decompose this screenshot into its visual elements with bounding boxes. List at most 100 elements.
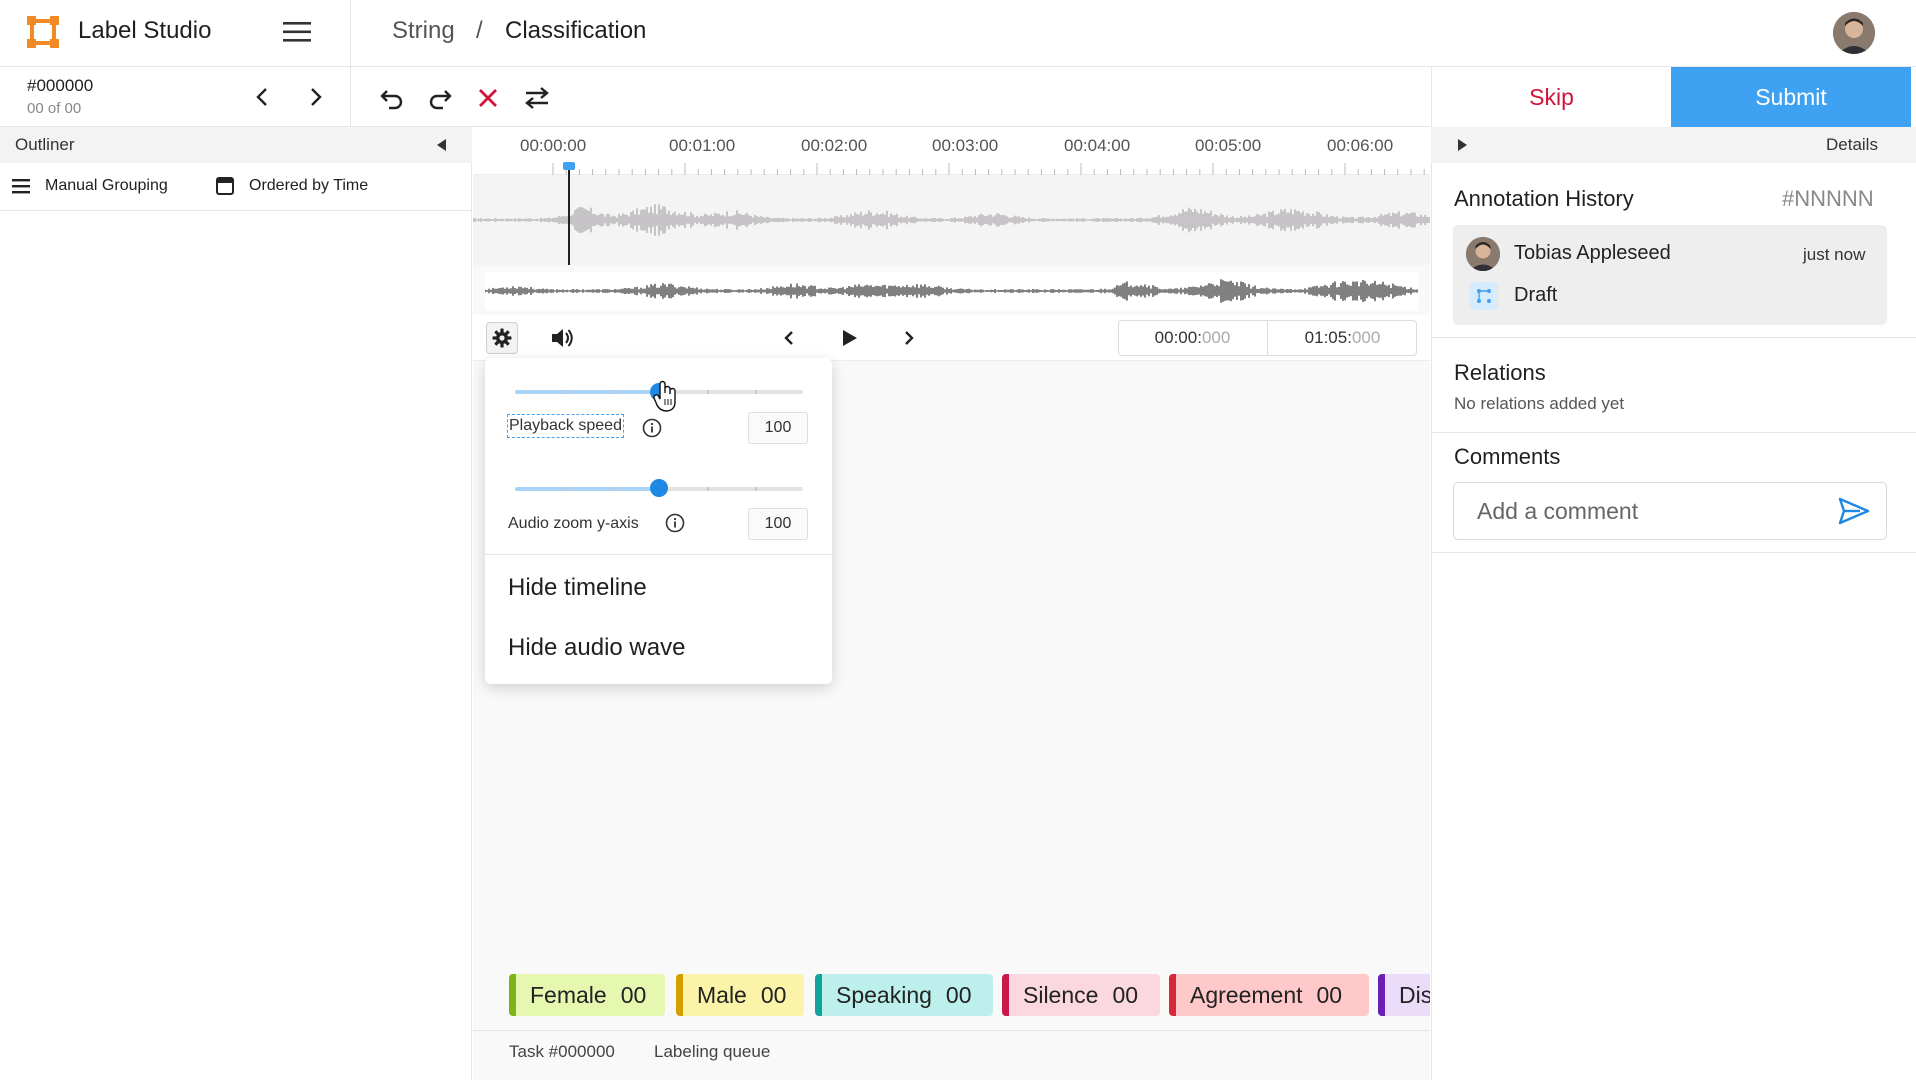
timeline-tick: 00:00:00 [520,136,587,155]
breadcrumb-project[interactable]: String [392,17,455,45]
waveform-path [473,204,1430,236]
seek-back-icon[interactable] [777,325,801,351]
current-time-main: 00:00: [1154,328,1202,347]
main-menu-icon[interactable] [282,20,312,44]
divider [0,210,472,211]
slider-mark [755,390,757,394]
label-chips: Female 00 Male 00 Speaking 00 Silence 00 Agr… [473,970,1430,1020]
timeline-tick: 00:06:00 [1327,136,1394,155]
label-count: 00 [945,981,972,1008]
pointer-hand-cursor-icon [652,380,680,414]
zoom-slider-fill [515,487,659,491]
breadcrumb-separator: / [476,17,483,44]
list-icon [12,178,30,194]
slider-mark [755,487,757,491]
annotation-id: #NNNNN [1782,186,1874,211]
close-icon[interactable] [474,84,502,112]
slider-mark [707,487,709,491]
label-chip-agreement[interactable]: Agreement 00 [1169,974,1369,1016]
footer-task-id: Task #000000 [509,1042,615,1061]
label-chip-silence[interactable]: Silence 00 [1002,974,1160,1016]
label-chip-female[interactable]: Female 00 [509,974,665,1016]
divider [1431,432,1916,433]
volume-icon[interactable] [549,325,575,351]
relations-empty-text: No relations added yet [1454,394,1625,413]
comments-title: Comments [1454,444,1561,469]
playback-speed-label: Playback speed [507,414,624,438]
info-icon[interactable] [665,513,685,533]
slider-mark [611,390,613,394]
label-chip-male[interactable]: Male 00 [676,974,804,1016]
submit-button[interactable]: Submit [1671,67,1911,127]
user-avatar [1466,237,1500,271]
playback-speed-input[interactable]: 100 [748,412,808,444]
breadcrumb-view: Classification [505,17,647,44]
divider [485,554,832,555]
label-count: 00 [1316,981,1343,1008]
divider [473,1030,1430,1031]
chevron-left-icon[interactable] [250,84,276,110]
seek-forward-icon[interactable] [897,325,921,351]
label-name: Agreement [1190,981,1303,1008]
info-icon[interactable] [642,418,662,438]
current-time-ms: 000 [1201,328,1231,347]
label-chip-dis[interactable]: Dis [1378,974,1430,1016]
playhead[interactable] [568,162,570,265]
label-name: Silence [1023,981,1099,1008]
collapse-left-icon[interactable] [434,137,450,153]
waveform-path [485,279,1418,303]
task-id: #000000 [27,76,94,95]
audio-zoom-label: Audio zoom y-axis [508,515,639,532]
ordered-by-time-toggle[interactable]: Ordered by Time [249,177,368,195]
timeline-tick: 00:02:00 [801,136,868,155]
task-count: 00 of 00 [27,100,82,117]
timeline-tick: 00:04:00 [1064,136,1131,155]
undo-icon[interactable] [378,84,406,112]
audio-zoom-input[interactable]: 100 [748,508,808,540]
send-icon[interactable] [1838,496,1870,526]
timeline-tick: 00:05:00 [1195,136,1262,155]
skip-button[interactable]: Skip [1431,67,1671,127]
relations-title: Relations [1454,360,1546,385]
playhead-handle[interactable] [563,162,575,170]
annotator-name: Tobias Appleseed [1514,242,1671,264]
label-name: Female [530,981,607,1008]
label-chip-speaking[interactable]: Speaking 00 [815,974,993,1016]
draft-icon [1470,282,1498,310]
toolbar-row [0,67,1430,127]
label-name: Dis [1399,981,1430,1008]
speed-slider-fill [515,390,659,394]
divider [1431,337,1916,338]
play-icon[interactable] [836,325,862,351]
total-time-ms: 000 [1351,328,1381,347]
zoom-slider-handle[interactable] [650,479,668,497]
total-time-main: 01:05: [1304,328,1352,347]
hide-audio-wave-option[interactable]: Hide audio wave [508,634,685,662]
settings-gear-icon[interactable] [486,322,518,354]
redo-icon[interactable] [426,84,454,112]
divider [350,0,351,67]
current-time[interactable]: 00:00: 000 [1118,320,1268,356]
total-time[interactable]: 01:05: 000 [1268,320,1417,356]
chevron-right-icon[interactable] [302,84,328,110]
label-studio-logo-icon [27,16,59,48]
annotation-history-item[interactable] [1453,225,1887,325]
manual-grouping-toggle[interactable]: Manual Grouping [45,177,168,195]
comment-input[interactable] [1453,482,1887,540]
slider-mark [707,390,709,394]
label-count: 00 [760,981,787,1008]
timeline-tick: 00:01:00 [669,136,736,155]
divider [350,67,351,127]
expand-right-icon[interactable] [1454,137,1470,153]
user-avatar[interactable] [1833,12,1875,54]
label-name: Male [697,981,747,1008]
order-icon [215,176,235,196]
audio-waveform[interactable] [473,175,1430,265]
divider [1431,552,1916,553]
slider-mark [563,487,565,491]
hide-timeline-option[interactable]: Hide timeline [508,574,647,602]
label-count: 00 [1112,981,1139,1008]
outliner-panel [0,127,472,1080]
swap-icon[interactable] [522,84,552,112]
audio-overview-waveform[interactable] [485,272,1418,310]
